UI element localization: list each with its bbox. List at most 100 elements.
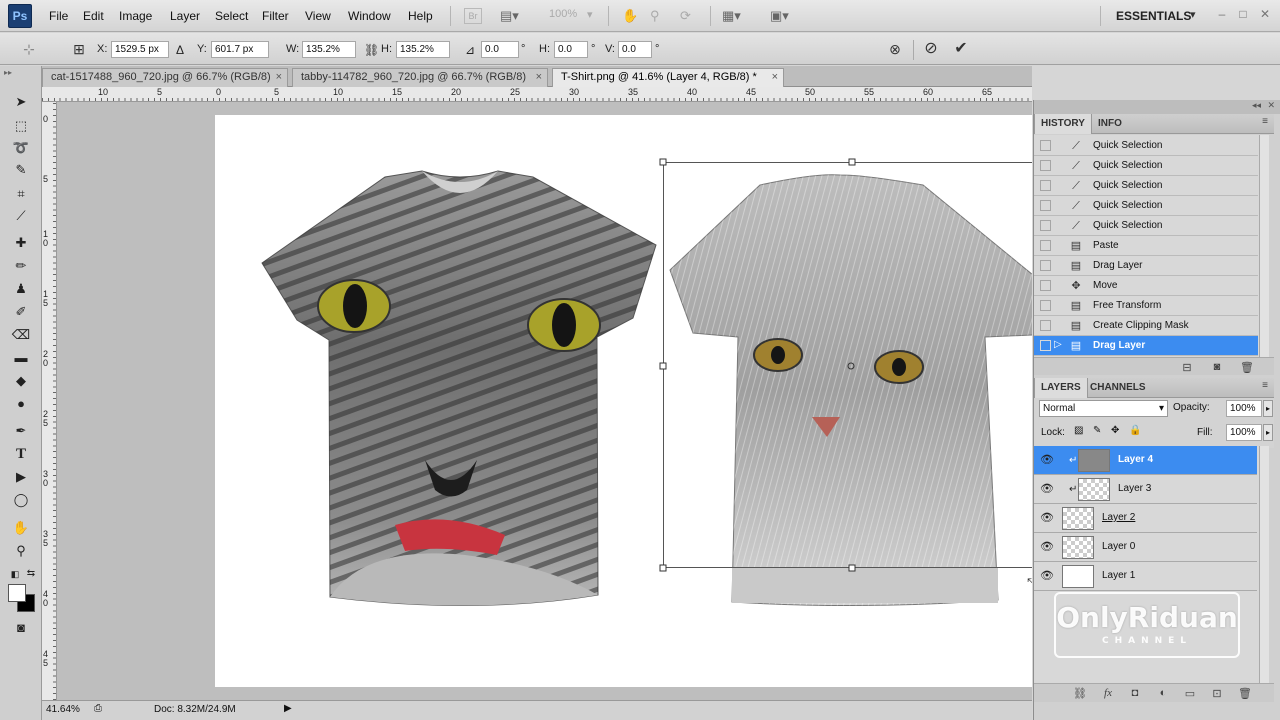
marquee-tool-icon[interactable]: ⬚ xyxy=(10,116,32,136)
tool-preset-icon[interactable]: ⊹ xyxy=(20,40,38,58)
menu-window[interactable]: Window xyxy=(348,9,391,23)
delete-layer-icon[interactable]: 🗑 xyxy=(1237,687,1253,701)
history-item[interactable]: ▤ Paste xyxy=(1034,236,1258,256)
blend-mode-select[interactable]: Normal ▾ xyxy=(1039,400,1168,417)
tab-tabby-document[interactable]: tabby-114782_960_720.jpg @ 66.7% (RGB/8)… xyxy=(292,68,548,87)
layer-name[interactable]: Layer 3 xyxy=(1118,483,1151,494)
history-item[interactable]: ▤ Free Transform xyxy=(1034,296,1258,316)
rotate-view-icon[interactable]: ⟳ xyxy=(680,8,691,24)
pen-tool-icon[interactable]: ✒ xyxy=(10,421,32,441)
history-item[interactable]: ▤ Create Clipping Mask xyxy=(1034,316,1258,336)
history-brush-source-checkbox[interactable] xyxy=(1040,200,1051,211)
eye-icon[interactable]: 👁 xyxy=(1038,569,1056,583)
new-document-from-state-icon[interactable]: ⊟ xyxy=(1179,361,1195,375)
x-position-input[interactable] xyxy=(111,41,169,58)
screen-mode-icon[interactable]: ▣▾ xyxy=(770,8,789,24)
zoom-level-select[interactable]: 100% xyxy=(549,8,577,24)
layer-row-selected[interactable]: 👁 ↵ Layer 4 xyxy=(1034,446,1257,475)
lasso-tool-icon[interactable]: ➰ xyxy=(10,138,32,158)
horizontal-skew-input[interactable] xyxy=(554,41,588,58)
document-info-icon[interactable]: ⎙ xyxy=(94,703,102,714)
new-layer-icon[interactable]: ⊡ xyxy=(1209,687,1225,701)
lock-position-icon[interactable]: ✥ xyxy=(1111,425,1119,436)
menu-filter[interactable]: Filter xyxy=(262,9,289,23)
history-item[interactable]: ✥ Move xyxy=(1034,276,1258,296)
history-brush-source-checkbox[interactable] xyxy=(1040,260,1051,271)
tab-info[interactable]: INFO xyxy=(1092,114,1128,134)
layer-row[interactable]: 👁 Layer 1 xyxy=(1034,562,1257,591)
lock-transparency-icon[interactable]: ▨ xyxy=(1074,425,1083,436)
eye-icon[interactable]: 👁 xyxy=(1038,482,1056,496)
history-scrollbar[interactable] xyxy=(1259,135,1269,357)
history-brush-source-checkbox[interactable] xyxy=(1040,320,1051,331)
tab-tshirt-document[interactable]: T-Shirt.png @ 41.6% (Layer 4, RGB/8) * × xyxy=(552,68,784,87)
swap-colors-icon[interactable]: ⇆ xyxy=(20,564,42,584)
cancel-transform-icon[interactable]: ⊘ xyxy=(922,40,940,58)
lock-all-icon[interactable]: 🔒 xyxy=(1129,425,1141,436)
delete-state-icon[interactable]: 🗑 xyxy=(1239,361,1255,375)
gradient-tool-icon[interactable]: ▬ xyxy=(10,348,32,368)
menu-help[interactable]: Help xyxy=(408,9,433,23)
history-brush-source-checkbox[interactable] xyxy=(1040,180,1051,191)
history-brush-source-checkbox[interactable] xyxy=(1040,340,1051,351)
snapshot-icon[interactable]: ◙ xyxy=(1209,361,1225,375)
add-mask-icon[interactable]: ◘ xyxy=(1127,687,1143,701)
clone-stamp-tool-icon[interactable]: ♟ xyxy=(10,279,32,299)
blur-tool-icon[interactable]: ◆ xyxy=(10,371,32,391)
reference-point-icon[interactable]: ⊞ xyxy=(70,40,88,58)
history-brush-source-checkbox[interactable] xyxy=(1040,240,1051,251)
adjustment-layer-icon[interactable]: ◐ xyxy=(1155,687,1171,701)
eye-icon[interactable]: 👁 xyxy=(1038,540,1056,554)
panel-menu-icon[interactable]: ≡ xyxy=(1262,380,1268,391)
warp-mode-icon[interactable]: ⊗ xyxy=(886,40,904,58)
zoom-tool-icon[interactable]: ⚲ xyxy=(650,8,660,24)
zoom-tool-icon[interactable]: ⚲ xyxy=(10,541,32,561)
history-item[interactable]: ⟋ Quick Selection xyxy=(1034,196,1258,216)
lock-pixels-icon[interactable]: ✎ xyxy=(1093,425,1101,436)
y-position-input[interactable] xyxy=(211,41,269,58)
layers-scrollbar[interactable] xyxy=(1259,446,1269,686)
history-brush-source-checkbox[interactable] xyxy=(1040,140,1051,151)
hand-tool-icon[interactable]: ✋ xyxy=(622,8,638,24)
opacity-input[interactable] xyxy=(1226,400,1262,417)
rotate-input[interactable] xyxy=(481,41,519,58)
type-tool-icon[interactable]: T xyxy=(10,444,32,464)
quick-selection-tool-icon[interactable]: ✎ xyxy=(10,160,32,180)
history-item[interactable]: ▤ Drag Layer xyxy=(1034,256,1258,276)
width-scale-input[interactable] xyxy=(302,41,356,58)
fill-slider-arrow-icon[interactable]: ▸ xyxy=(1263,424,1273,441)
close-icon[interactable]: ✕ xyxy=(1258,7,1272,21)
layer-style-icon[interactable]: fx xyxy=(1100,687,1116,701)
vertical-skew-input[interactable] xyxy=(618,41,652,58)
tab-channels[interactable]: CHANNELS xyxy=(1084,378,1152,398)
close-icon[interactable]: × xyxy=(276,69,282,86)
layer-name[interactable]: Layer 1 xyxy=(1102,570,1135,581)
horizontal-ruler[interactable]: 10 5 0 5 10 15 20 25 30 35 40 45 50 55 6… xyxy=(42,87,1032,102)
foreground-color-swatch[interactable] xyxy=(8,584,26,602)
eyedropper-tool-icon[interactable]: ⟋ xyxy=(10,206,32,226)
layer-row[interactable]: 👁 ↵ Layer 3 xyxy=(1034,475,1257,504)
close-icon[interactable]: × xyxy=(772,69,778,86)
zoom-percentage[interactable]: 41.64% xyxy=(46,704,80,715)
quick-mask-icon[interactable]: ◙ xyxy=(10,618,32,638)
dodge-tool-icon[interactable]: ● xyxy=(10,394,32,414)
new-group-icon[interactable]: ▭ xyxy=(1182,687,1198,701)
tab-layers[interactable]: LAYERS xyxy=(1034,378,1088,398)
eye-icon[interactable]: 👁 xyxy=(1038,511,1056,525)
layer-name[interactable]: Layer 0 xyxy=(1102,541,1135,552)
arrange-documents-icon[interactable]: ▦▾ xyxy=(722,8,741,24)
tab-cat-document[interactable]: cat-1517488_960_720.jpg @ 66.7% (RGB/8) … xyxy=(42,68,288,87)
menu-file[interactable]: File xyxy=(49,9,68,23)
toolbox-grip-icon[interactable]: ▸▸ xyxy=(4,68,38,78)
eraser-tool-icon[interactable]: ⌫ xyxy=(10,325,32,345)
close-panels-icon[interactable]: ✕ xyxy=(1267,100,1275,111)
relative-position-icon[interactable]: Δ xyxy=(176,43,184,57)
history-item[interactable]: ⟋ Quick Selection xyxy=(1034,136,1258,156)
collapse-panels-icon[interactable]: ◂◂ xyxy=(1252,100,1261,111)
history-item[interactable]: ⟋ Quick Selection xyxy=(1034,216,1258,236)
canvas-pasteboard[interactable]: ⤡ xyxy=(57,102,1032,700)
history-brush-source-checkbox[interactable] xyxy=(1040,300,1051,311)
history-brush-source-checkbox[interactable] xyxy=(1040,160,1051,171)
brush-tool-icon[interactable]: ✏ xyxy=(10,256,32,276)
minimize-icon[interactable]: – xyxy=(1215,7,1229,21)
